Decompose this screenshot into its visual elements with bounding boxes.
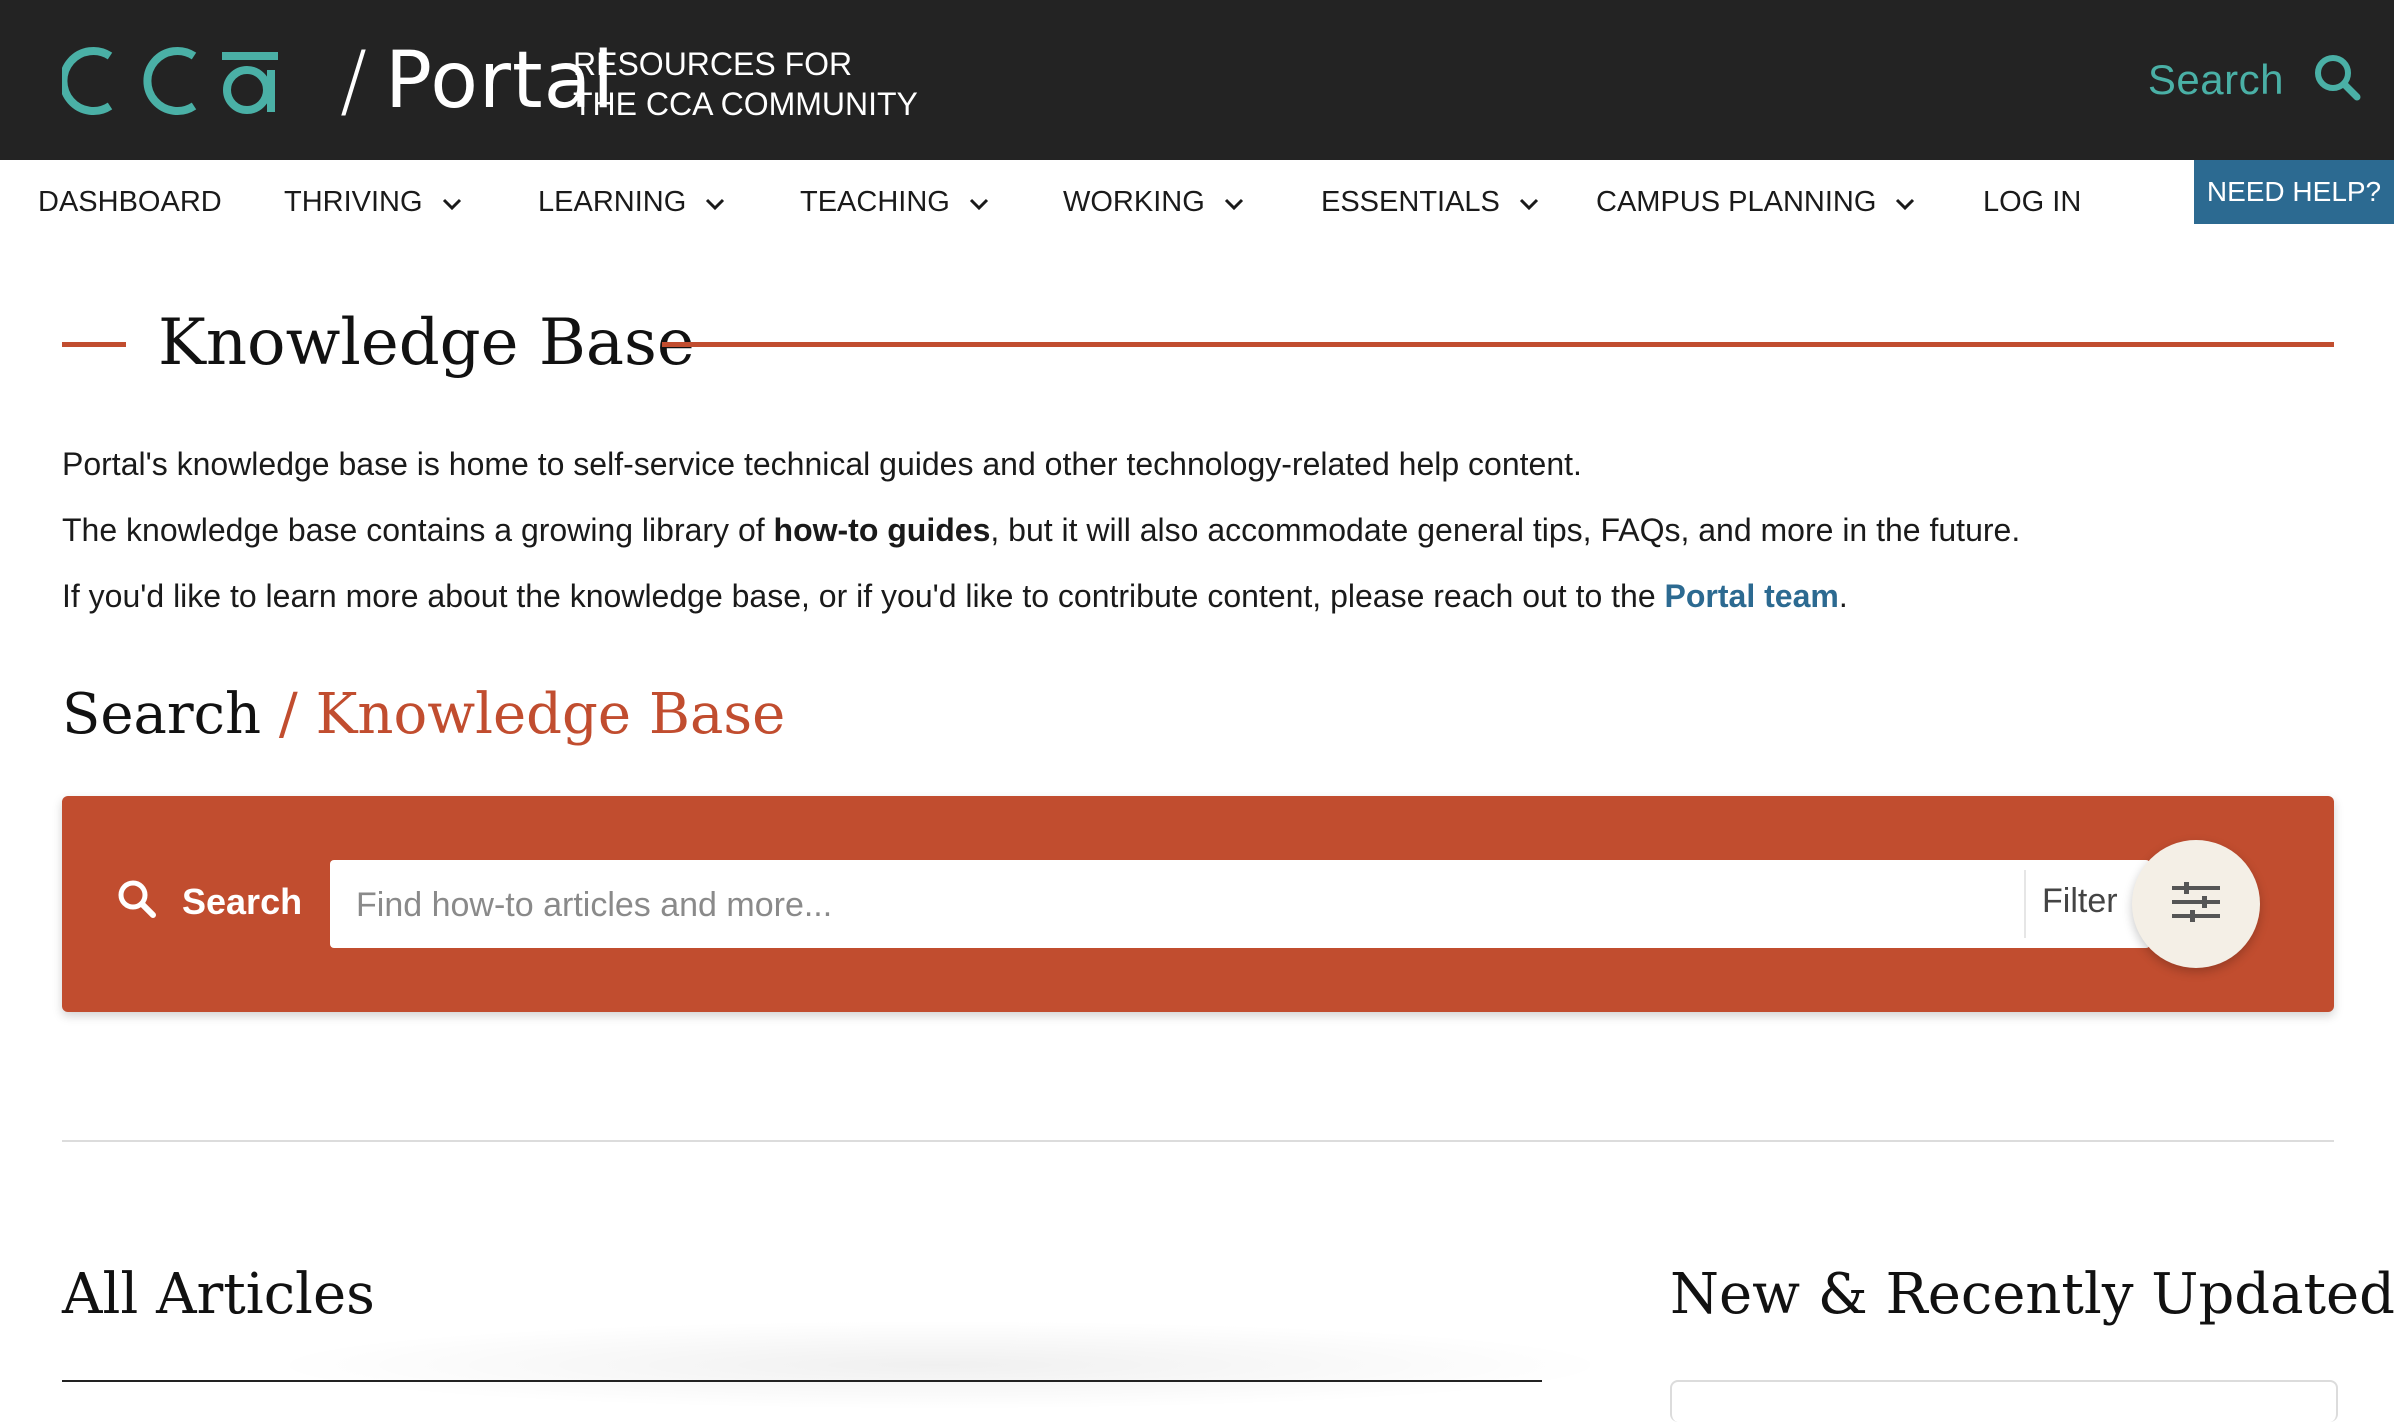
search-icon bbox=[2312, 52, 2362, 107]
all-articles-rule bbox=[62, 1380, 1542, 1382]
how-to-guides-emphasis: how-to guides bbox=[773, 512, 991, 548]
knowledge-base-search-panel: Search Filter bbox=[62, 796, 2334, 1012]
new-updated-heading: New & Recently Updated bbox=[1670, 1262, 2394, 1327]
logo-separator: / bbox=[340, 34, 367, 127]
header-search-button[interactable]: Search bbox=[2148, 52, 2362, 107]
need-help-button[interactable]: Need help? bbox=[2194, 160, 2394, 224]
title-accent-dash bbox=[62, 342, 126, 347]
page-title-row: Knowledge Base bbox=[62, 300, 2334, 396]
sliders-icon bbox=[2170, 880, 2222, 929]
nav-item-label: Thriving bbox=[284, 186, 423, 218]
nav-item-label: Campus Planning bbox=[1596, 186, 1877, 218]
cca-logo-mark bbox=[62, 36, 312, 126]
search-section-heading: Search / Knowledge Base bbox=[62, 682, 785, 747]
search-icon bbox=[116, 878, 158, 925]
search-panel-label-text: Search bbox=[182, 880, 303, 922]
nav-item-label: Essentials bbox=[1321, 186, 1500, 218]
section-divider bbox=[62, 1140, 2334, 1142]
intro-paragraph-2: The knowledge base contains a growing li… bbox=[62, 512, 2334, 548]
nav-item-campus-planning[interactable]: Campus Planning bbox=[1596, 186, 1916, 219]
search-heading-primary: Search bbox=[62, 682, 262, 747]
chevron-down-icon bbox=[1518, 186, 1540, 219]
portal-team-link[interactable]: Portal team bbox=[1665, 578, 1839, 614]
site-tagline: Resources for the CCA Community bbox=[573, 44, 918, 124]
knowledge-base-search-input[interactable] bbox=[354, 860, 2118, 950]
intro-p2-text-end: , but it will also accommodate general t… bbox=[990, 512, 2021, 548]
nav-item-essentials[interactable]: Essentials bbox=[1321, 186, 1540, 219]
nav-item-learning[interactable]: Learning bbox=[538, 186, 726, 219]
site-logo[interactable]: / Portal bbox=[62, 36, 615, 126]
nav-item-label: Dashboard bbox=[38, 186, 222, 218]
intro-p3-text-end: . bbox=[1838, 578, 1848, 614]
list-shadow bbox=[260, 1320, 1620, 1410]
intro-paragraph-3: If you'd like to learn more about the kn… bbox=[62, 578, 2334, 614]
chevron-down-icon bbox=[1223, 186, 1245, 219]
nav-item-dashboard[interactable]: Dashboard bbox=[38, 186, 222, 219]
intro-p2-text: The knowledge base contains a growing li… bbox=[62, 512, 774, 548]
nav-item-label: Learning bbox=[538, 186, 687, 218]
search-panel-label: Search bbox=[116, 878, 302, 925]
nav-item-label: Log In bbox=[1983, 186, 2082, 218]
search-box: Filter bbox=[330, 860, 2150, 950]
new-updated-card bbox=[1670, 1380, 2338, 1422]
nav-item-label: Teaching bbox=[800, 186, 950, 218]
tagline-line2: the CCA Community bbox=[573, 86, 918, 122]
nav-item-label: Working bbox=[1063, 186, 1205, 218]
cca-logo-icon bbox=[62, 47, 278, 115]
intro-text: Portal's knowledge base is home to self-… bbox=[62, 446, 2334, 644]
chevron-down-icon bbox=[1894, 186, 1916, 219]
nav-item-log-in[interactable]: Log In bbox=[1983, 186, 2081, 219]
main-nav: Dashboard Thriving Learning Teaching Wor… bbox=[0, 160, 2394, 248]
title-accent-line bbox=[662, 342, 2334, 347]
search-heading-secondary: / Knowledge Base bbox=[278, 682, 786, 747]
filter-label[interactable]: Filter bbox=[2042, 882, 2118, 921]
nav-item-teaching[interactable]: Teaching bbox=[800, 186, 990, 219]
header-search-label: Search bbox=[2147, 55, 2284, 103]
tagline-line1: Resources for bbox=[573, 46, 853, 82]
page-title: Knowledge Base bbox=[158, 306, 695, 380]
chevron-down-icon bbox=[441, 186, 463, 219]
all-articles-heading: All Articles bbox=[62, 1262, 375, 1327]
site-header: / Portal Resources for the CCA Community… bbox=[0, 0, 2394, 160]
intro-p3-text: If you'd like to learn more about the kn… bbox=[62, 578, 1665, 614]
chevron-down-icon bbox=[704, 186, 726, 219]
intro-paragraph-1: Portal's knowledge base is home to self-… bbox=[62, 446, 1582, 482]
nav-item-thriving[interactable]: Thriving bbox=[284, 186, 463, 219]
filter-divider bbox=[2024, 870, 2026, 938]
filter-toggle-button[interactable] bbox=[2132, 840, 2260, 968]
chevron-down-icon bbox=[968, 186, 990, 219]
nav-item-working[interactable]: Working bbox=[1063, 186, 1245, 219]
